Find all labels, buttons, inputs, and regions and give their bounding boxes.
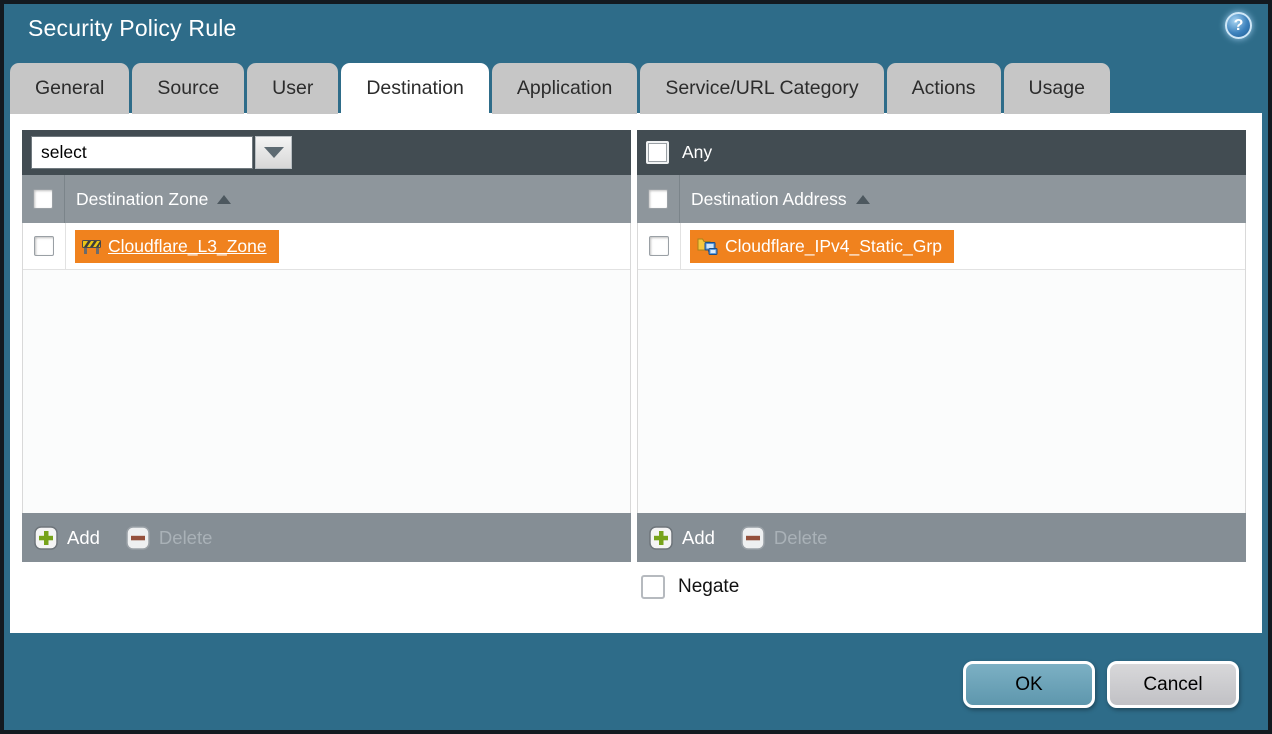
delete-label: Delete: [159, 527, 212, 549]
add-icon: [34, 526, 58, 550]
add-label: Add: [67, 527, 100, 549]
cancel-button[interactable]: Cancel: [1107, 661, 1239, 708]
address-select-all-checkbox[interactable]: [648, 189, 668, 209]
sort-ascending-icon[interactable]: [217, 195, 231, 204]
table-row: Cloudflare_L3_Zone: [23, 223, 630, 270]
security-policy-rule-dialog: Security Policy Rule ? General Source Us…: [0, 0, 1272, 734]
address-list: Cloudflare_IPv4_Static_Grp: [637, 223, 1246, 513]
zone-type-select-button[interactable]: [255, 136, 292, 169]
zone-item-label: Cloudflare_L3_Zone: [108, 236, 267, 257]
zone-icon: [82, 238, 102, 255]
tab-application[interactable]: Application: [492, 63, 637, 114]
zone-column-header[interactable]: Destination Zone: [76, 189, 208, 210]
negate-label: Negate: [678, 576, 739, 598]
tab-destination[interactable]: Destination: [341, 63, 489, 121]
zone-type-select[interactable]: select: [31, 136, 253, 169]
tab-actions[interactable]: Actions: [887, 63, 1001, 114]
delete-zone-button[interactable]: Delete: [126, 526, 212, 550]
tab-usage[interactable]: Usage: [1004, 63, 1110, 114]
add-zone-button[interactable]: Add: [34, 526, 100, 550]
delete-label: Delete: [774, 527, 827, 549]
zone-toolbar: Add Delete: [22, 513, 631, 562]
zone-row-checkbox[interactable]: [34, 236, 54, 256]
tab-source[interactable]: Source: [132, 63, 244, 114]
tab-service-url-category[interactable]: Service/URL Category: [640, 63, 883, 114]
ok-button[interactable]: OK: [963, 661, 1095, 708]
zone-list: Cloudflare_L3_Zone: [22, 223, 631, 513]
address-group-icon: [697, 236, 719, 256]
address-group-item[interactable]: Cloudflare_IPv4_Static_Grp: [690, 230, 954, 263]
add-address-button[interactable]: Add: [649, 526, 715, 550]
chevron-down-icon: [264, 147, 284, 158]
add-label: Add: [682, 527, 715, 549]
address-toolbar: Add Delete: [637, 513, 1246, 562]
negate-option: Negate: [641, 575, 739, 599]
help-icon[interactable]: ?: [1225, 12, 1252, 39]
delete-icon: [126, 526, 150, 550]
zone-item[interactable]: Cloudflare_L3_Zone: [75, 230, 279, 263]
address-row-checkbox[interactable]: [649, 236, 669, 256]
any-label: Any: [682, 142, 712, 163]
any-bar: Any: [637, 130, 1246, 175]
tab-bar: General Source User Destination Applicat…: [10, 63, 1110, 121]
tab-general[interactable]: General: [10, 63, 129, 114]
delete-icon: [741, 526, 765, 550]
zone-select-all-checkbox[interactable]: [33, 189, 53, 209]
any-checkbox[interactable]: [646, 141, 669, 164]
add-icon: [649, 526, 673, 550]
tab-user[interactable]: User: [247, 63, 338, 114]
address-table-header: Destination Address: [637, 175, 1246, 223]
sort-ascending-icon[interactable]: [856, 195, 870, 204]
address-column-header[interactable]: Destination Address: [691, 189, 847, 210]
destination-address-panel: Any Destination Address: [637, 130, 1246, 562]
tab-content-destination: select Destination Zone: [10, 113, 1262, 633]
negate-checkbox[interactable]: [641, 575, 665, 599]
address-group-item-label: Cloudflare_IPv4_Static_Grp: [725, 236, 942, 257]
table-row: Cloudflare_IPv4_Static_Grp: [638, 223, 1245, 270]
destination-zone-panel: select Destination Zone: [22, 130, 631, 562]
delete-address-button[interactable]: Delete: [741, 526, 827, 550]
zone-table-header: Destination Zone: [22, 175, 631, 223]
dialog-title: Security Policy Rule: [28, 15, 237, 42]
zone-select-bar: select: [22, 130, 631, 175]
